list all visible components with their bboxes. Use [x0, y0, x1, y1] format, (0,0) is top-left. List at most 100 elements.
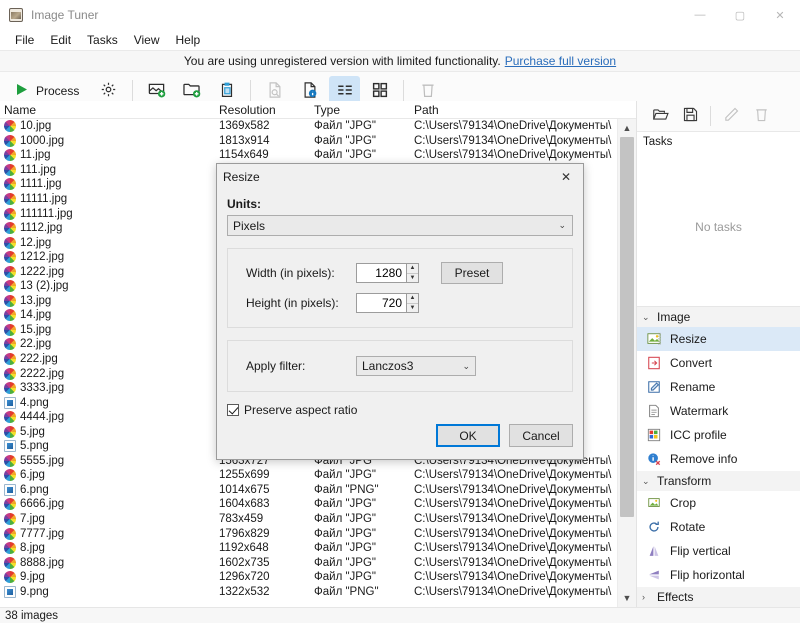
file-type-icon — [4, 425, 16, 438]
task-item-remove-info[interactable]: Remove info — [637, 447, 800, 471]
task-item-rename[interactable]: Rename — [637, 375, 800, 399]
table-row[interactable]: 8888.jpg 1602x735 Файл "JPG" C:\Users\79134… — [0, 555, 617, 570]
cell-name: 1212.jpg — [0, 251, 215, 264]
task-group-transform[interactable]: ⌄ Transform — [637, 471, 800, 491]
column-header-name[interactable]: Name — [0, 103, 215, 117]
file-name: 22.jpg — [20, 338, 52, 351]
table-row[interactable]: 11.jpg 1154x649 Файл "JPG" C:\Users\79134\O… — [0, 148, 617, 163]
app-icon — [8, 7, 24, 23]
open-tasks-button[interactable] — [645, 101, 675, 131]
cell-path: C:\Users\79134\OneDrive\Документы\ — [414, 571, 612, 584]
file-type-icon — [4, 396, 16, 409]
save-tasks-button[interactable] — [675, 101, 705, 131]
cell-name: 1222.jpg — [0, 265, 215, 278]
table-row[interactable]: 6666.jpg 1604x683 Файл "JPG" C:\Users\79134… — [0, 497, 617, 512]
process-label: Process — [36, 84, 80, 98]
table-row[interactable]: 8.jpg 1192x648 Файл "JPG" C:\Users\79134\On… — [0, 541, 617, 556]
height-spin-down[interactable]: ▼ — [407, 304, 418, 313]
table-row[interactable]: 1000.jpg 1813x914 Файл "JPG" C:\Users\79134… — [0, 134, 617, 149]
task-item-resize[interactable]: Resize — [637, 327, 800, 351]
minimize-button[interactable]: — — [680, 0, 720, 30]
cell-name: 1112.jpg — [0, 222, 215, 235]
menu-help[interactable]: Help — [168, 31, 209, 49]
filter-select[interactable]: Lanczos3 ⌄ — [356, 356, 476, 376]
file-name: 5555.jpg — [20, 454, 65, 467]
task-item-rotate[interactable]: Rotate — [637, 515, 800, 539]
menu-file[interactable]: File — [7, 31, 42, 49]
tasks-label: Tasks — [643, 136, 673, 148]
table-row[interactable]: 7.jpg 783x459 Файл "JPG" C:\Users\79134\One… — [0, 512, 617, 527]
file-type-icon — [4, 469, 16, 482]
maximize-button[interactable]: ▢ — [720, 0, 760, 30]
task-item-flip-vertical[interactable]: Flip vertical — [637, 539, 800, 563]
file-type-icon — [4, 483, 16, 496]
table-row[interactable]: 9.jpg 1296x720 Файл "JPG" C:\Users\79134\On… — [0, 570, 617, 585]
preserve-aspect-checkbox[interactable] — [227, 404, 239, 416]
dialog-close-button[interactable]: ✕ — [549, 164, 583, 189]
task-item-label: ICC profile — [670, 428, 727, 442]
table-row[interactable]: 7777.jpg 1796x829 Файл "JPG" C:\Users\79134… — [0, 526, 617, 541]
table-row[interactable]: 6.png 1014x675 Файл "PNG" C:\Users\79134\On… — [0, 483, 617, 498]
cancel-button[interactable]: Cancel — [509, 424, 573, 447]
gear-icon — [100, 81, 117, 101]
task-item-watermark[interactable]: Watermark — [637, 399, 800, 423]
height-label: Height (in pixels): — [246, 296, 339, 310]
scrollbar-thumb[interactable] — [620, 137, 634, 517]
task-group-label: Image — [657, 310, 691, 324]
width-stepper[interactable]: ▲ ▼ — [356, 263, 419, 283]
paste-icon — [218, 81, 236, 102]
ok-button[interactable]: OK — [436, 424, 500, 447]
height-input[interactable] — [356, 293, 406, 313]
task-item-label: Remove info — [670, 452, 738, 466]
preserve-aspect-row[interactable]: Preserve aspect ratio — [227, 403, 573, 417]
close-button[interactable]: ✕ — [760, 0, 800, 30]
column-header-resolution[interactable]: Resolution — [215, 103, 310, 117]
purchase-link[interactable]: Purchase full version — [505, 54, 616, 68]
file-type-icon — [4, 323, 16, 336]
task-item-flip-horizontal[interactable]: Flip horizontal — [637, 563, 800, 587]
scroll-down-button[interactable]: ▼ — [618, 589, 636, 607]
cell-name: 14.jpg — [0, 309, 215, 322]
cell-resolution: 1369x582 — [219, 120, 270, 133]
scroll-up-button[interactable]: ▲ — [618, 119, 636, 137]
menu-view[interactable]: View — [126, 31, 168, 49]
preset-button[interactable]: Preset — [441, 262, 503, 284]
cell-name: 6.jpg — [0, 469, 215, 482]
table-row[interactable]: 6.jpg 1255x699 Файл "JPG" C:\Users\79134\On… — [0, 468, 617, 483]
tasks-empty-area[interactable]: No tasks — [637, 148, 800, 307]
table-row[interactable]: 10.jpg 1369x582 Файл "JPG" C:\Users\79134\O… — [0, 119, 617, 134]
menu-edit[interactable]: Edit — [42, 31, 79, 49]
cell-resolution: 1602x735 — [219, 556, 270, 569]
task-item-label: Crop — [670, 496, 697, 510]
edit-task-button[interactable] — [716, 101, 746, 131]
file-name: 1222.jpg — [20, 265, 65, 278]
width-spin-down[interactable]: ▼ — [407, 274, 418, 283]
units-select[interactable]: Pixels ⌄ — [227, 215, 573, 236]
height-stepper[interactable]: ▲ ▼ — [356, 293, 419, 313]
file-type-icon — [4, 265, 16, 278]
height-spin-up[interactable]: ▲ — [407, 294, 418, 304]
width-spin-up[interactable]: ▲ — [407, 264, 418, 274]
task-item-crop[interactable]: Crop — [637, 491, 800, 515]
task-item-icc-profile[interactable]: ICC profile — [637, 423, 800, 447]
width-input[interactable] — [356, 263, 406, 283]
filter-value: Lanczos3 — [362, 359, 414, 373]
column-header-path[interactable]: Path — [410, 103, 636, 117]
delete-task-button[interactable] — [746, 101, 776, 131]
app-title: Image Tuner — [31, 8, 99, 22]
task-groups: ⌄ Image Resize Convert Rename Watermark ICC pr… — [637, 307, 800, 607]
column-header-type[interactable]: Type — [310, 103, 410, 117]
task-group-image[interactable]: ⌄ Image — [637, 307, 800, 327]
height-spin-buttons[interactable]: ▲ ▼ — [406, 293, 419, 313]
file-name: 9.jpg — [20, 571, 45, 584]
table-row[interactable]: 9.png 1322x532 Файл "PNG" C:\Users\79134\On… — [0, 585, 617, 600]
cell-name: 111.jpg — [0, 163, 215, 176]
width-spin-buttons[interactable]: ▲ ▼ — [406, 263, 419, 283]
cell-path: C:\Users\79134\OneDrive\Документы\ — [414, 556, 612, 569]
file-name: 8.jpg — [20, 542, 45, 555]
menu-tasks[interactable]: Tasks — [79, 31, 126, 49]
task-group-effects[interactable]: › Effects — [637, 587, 800, 607]
task-item-convert[interactable]: Convert — [637, 351, 800, 375]
cell-resolution: 1154x649 — [219, 149, 269, 162]
list-scrollbar[interactable]: ▲ ▼ — [617, 119, 636, 607]
